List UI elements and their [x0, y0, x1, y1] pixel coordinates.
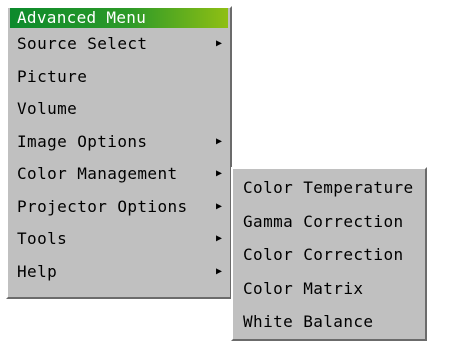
menu-item-picture[interactable]: Picture: [8, 61, 230, 94]
menu-item-label: Image Options: [17, 131, 148, 151]
menu-item-label: Source Select: [17, 34, 148, 53]
submenu-arrow-icon: ▶: [215, 233, 222, 244]
submenu-arrow-icon: ▶: [215, 265, 222, 277]
menu-item-label: Color Matrix: [243, 278, 364, 298]
submenu-item-white-balance[interactable]: White Balance: [233, 305, 425, 339]
submenu-item-color-matrix[interactable]: Color Matrix: [233, 272, 425, 306]
menu-item-label: Tools: [17, 229, 68, 248]
menu-item-label: Projector Options: [17, 196, 188, 216]
menu-item-tools[interactable]: Tools ▶: [8, 223, 230, 256]
advanced-menu-items: Source Select ▶ Picture Volume Image Opt…: [8, 28, 230, 288]
menu-item-volume[interactable]: Volume: [8, 93, 230, 126]
menu-item-label: Help: [17, 261, 58, 281]
color-management-submenu: Color Temperature Gamma Correction Color…: [231, 167, 427, 341]
menu-item-label: Volume: [17, 99, 78, 118]
menu-item-label: Color Management: [17, 164, 178, 183]
menu-item-label: Gamma Correction: [243, 211, 404, 231]
submenu-item-color-correction[interactable]: Color Correction: [233, 238, 425, 272]
submenu-item-color-temperature[interactable]: Color Temperature: [233, 171, 425, 205]
submenu-arrow-icon: ▶: [215, 200, 222, 212]
menu-item-label: Picture: [17, 66, 88, 86]
menu-item-label: Color Temperature: [243, 178, 414, 197]
menu-item-label: White Balance: [243, 312, 374, 331]
menu-item-source-select[interactable]: Source Select ▶: [8, 28, 230, 61]
menu-item-help[interactable]: Help ▶: [8, 256, 230, 289]
submenu-items: Color Temperature Gamma Correction Color…: [233, 169, 425, 339]
menu-title: Advanced Menu: [10, 8, 228, 28]
submenu-arrow-icon: ▶: [215, 135, 222, 147]
menu-item-color-management[interactable]: Color Management ▶: [8, 158, 230, 191]
submenu-arrow-icon: ▶: [215, 38, 222, 49]
submenu-item-gamma-correction[interactable]: Gamma Correction: [233, 205, 425, 239]
advanced-menu: Advanced Menu Source Select ▶ Picture Vo…: [6, 6, 232, 299]
submenu-arrow-icon: ▶: [215, 168, 222, 179]
menu-item-image-options[interactable]: Image Options ▶: [8, 126, 230, 159]
menu-item-projector-options[interactable]: Projector Options ▶: [8, 191, 230, 224]
menu-item-label: Color Correction: [243, 245, 404, 264]
